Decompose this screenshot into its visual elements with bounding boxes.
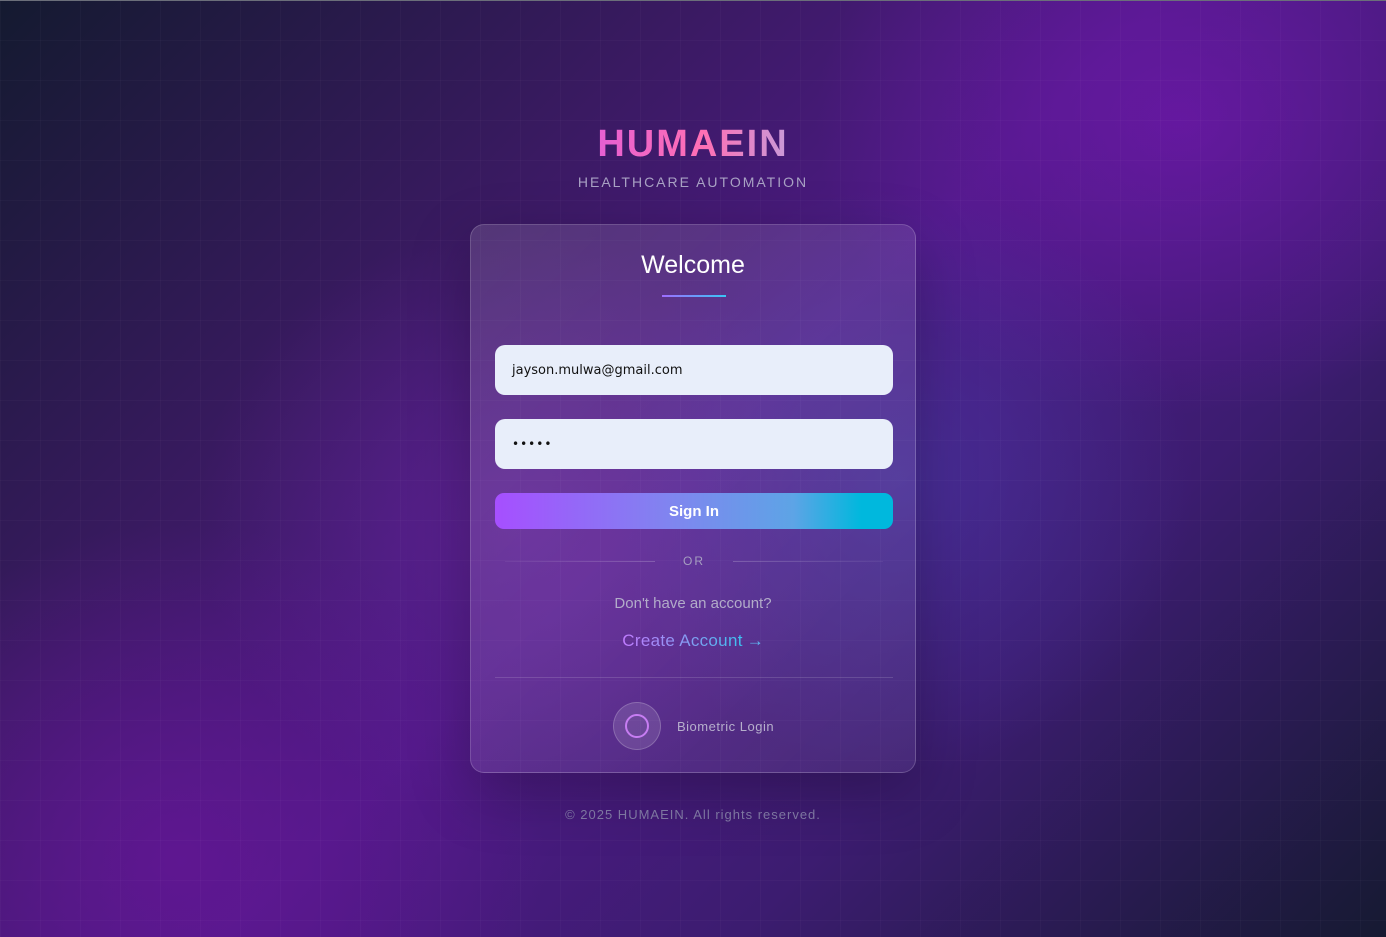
top-edge-line (0, 0, 1386, 1)
email-input[interactable]: jayson.mulwa@gmail.com (495, 345, 893, 395)
welcome-heading: Welcome (641, 251, 745, 279)
create-account-link[interactable]: Create Account (622, 631, 742, 650)
heading-underline (662, 295, 726, 297)
brand-header: HUMAEIN HEALTHCARE AUTOMATION (0, 122, 1386, 190)
sign-in-button[interactable]: Sign In (495, 493, 893, 529)
password-input-value: ••••• (512, 437, 553, 451)
arrow-right-icon[interactable]: → (747, 631, 764, 650)
or-separator: OR (505, 554, 883, 570)
card-divider (495, 677, 893, 678)
brand-title: HUMAEIN (597, 123, 789, 165)
biometric-login[interactable]: Biometric Login (613, 702, 774, 750)
no-account-text: Don't have an account? (614, 595, 772, 612)
biometric-label: Biometric Login (677, 718, 775, 734)
create-account-link-row: Create Account → (471, 631, 915, 651)
password-input[interactable]: ••••• (495, 419, 893, 469)
biometric-button[interactable] (613, 702, 661, 750)
fingerprint-circle-icon (625, 714, 649, 738)
or-line-right (733, 561, 883, 562)
brand-subtitle: HEALTHCARE AUTOMATION (577, 174, 809, 190)
login-card: Welcome jayson.mulwa@gmail.com ••••• Sig… (470, 224, 916, 773)
footer-copyright: © 2025 HUMAEIN. All rights reserved. (565, 807, 821, 822)
email-input-value: jayson.mulwa@gmail.com (512, 362, 683, 378)
